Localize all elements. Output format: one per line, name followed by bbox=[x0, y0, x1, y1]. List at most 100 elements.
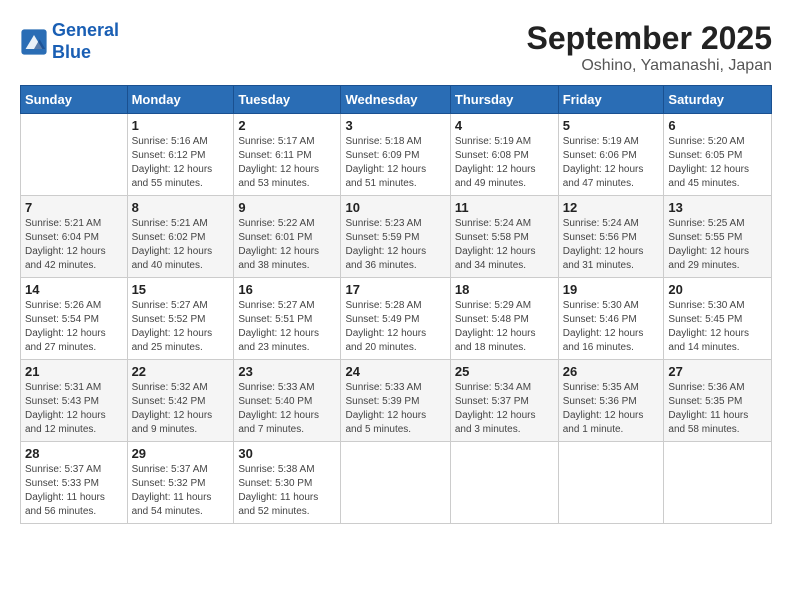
day-info: Sunrise: 5:28 AM Sunset: 5:49 PM Dayligh… bbox=[345, 299, 445, 355]
day-number: 17 bbox=[345, 282, 445, 297]
day-info: Sunrise: 5:33 AM Sunset: 5:39 PM Dayligh… bbox=[345, 381, 445, 437]
day-cell: 2 Sunrise: 5:17 AM Sunset: 6:11 PM Daylig… bbox=[234, 114, 341, 196]
day-number: 13 bbox=[668, 200, 767, 215]
header-row: SundayMondayTuesdayWednesdayThursdayFrid… bbox=[21, 86, 772, 114]
header-day-tuesday: Tuesday bbox=[234, 86, 341, 114]
day-number: 9 bbox=[238, 200, 336, 215]
day-info: Sunrise: 5:34 AM Sunset: 5:37 PM Dayligh… bbox=[455, 381, 554, 437]
day-cell: 4 Sunrise: 5:19 AM Sunset: 6:08 PM Daylig… bbox=[450, 114, 558, 196]
day-cell: 6 Sunrise: 5:20 AM Sunset: 6:05 PM Daylig… bbox=[664, 114, 772, 196]
day-info: Sunrise: 5:23 AM Sunset: 5:59 PM Dayligh… bbox=[345, 217, 445, 273]
day-number: 1 bbox=[132, 118, 230, 133]
day-number: 7 bbox=[25, 200, 123, 215]
day-cell: 3Sunrise: 5:18 AM Sunset: 6:09 PM Daylig… bbox=[341, 114, 450, 196]
day-info: Sunrise: 5:22 AM Sunset: 6:01 PM Dayligh… bbox=[238, 217, 336, 273]
week-row-1: 1 Sunrise: 5:16 AM Sunset: 6:12 PM Daylig… bbox=[21, 114, 772, 196]
header-day-monday: Monday bbox=[127, 86, 234, 114]
day-cell: 22 Sunrise: 5:32 AM Sunset: 5:42 PM Dayli… bbox=[127, 360, 234, 442]
day-cell: 11 Sunrise: 5:24 AM Sunset: 5:58 PM Dayli… bbox=[450, 196, 558, 278]
day-info: Sunrise: 5:21 AM Sunset: 6:02 PM Dayligh… bbox=[132, 217, 230, 273]
day-info: Sunrise: 5:16 AM Sunset: 6:12 PM Dayligh… bbox=[132, 135, 230, 191]
week-row-5: 28Sunrise: 5:37 AM Sunset: 5:33 PM Dayli… bbox=[21, 442, 772, 524]
day-cell: 17 Sunrise: 5:28 AM Sunset: 5:49 PM Dayli… bbox=[341, 278, 450, 360]
day-number: 15 bbox=[132, 282, 230, 297]
day-number: 2 bbox=[238, 118, 336, 133]
day-info: Sunrise: 5:18 AM Sunset: 6:09 PM Dayligh… bbox=[345, 135, 445, 191]
day-number: 16 bbox=[238, 282, 336, 297]
header-day-wednesday: Wednesday bbox=[341, 86, 450, 114]
day-cell: 21 Sunrise: 5:31 AM Sunset: 5:43 PM Dayli… bbox=[21, 360, 128, 442]
day-number: 22 bbox=[132, 364, 230, 379]
day-cell: 24 Sunrise: 5:33 AM Sunset: 5:39 PM Dayli… bbox=[341, 360, 450, 442]
day-info: Sunrise: 5:17 AM Sunset: 6:11 PM Dayligh… bbox=[238, 135, 336, 191]
day-info: Sunrise: 5:24 AM Sunset: 5:56 PM Dayligh… bbox=[563, 217, 660, 273]
day-info: Sunrise: 5:30 AM Sunset: 5:46 PM Dayligh… bbox=[563, 299, 660, 355]
day-cell: 1 Sunrise: 5:16 AM Sunset: 6:12 PM Daylig… bbox=[127, 114, 234, 196]
day-number: 21 bbox=[25, 364, 123, 379]
day-cell bbox=[450, 442, 558, 524]
day-cell: 27 Sunrise: 5:36 AM Sunset: 5:35 PM Dayli… bbox=[664, 360, 772, 442]
day-number: 19 bbox=[563, 282, 660, 297]
day-number: 6 bbox=[668, 118, 767, 133]
day-number: 18 bbox=[455, 282, 554, 297]
day-cell: 16 Sunrise: 5:27 AM Sunset: 5:51 PM Dayli… bbox=[234, 278, 341, 360]
day-cell: 9 Sunrise: 5:22 AM Sunset: 6:01 PM Daylig… bbox=[234, 196, 341, 278]
day-info: Sunrise: 5:37 AM Sunset: 5:32 PM Dayligh… bbox=[132, 463, 230, 519]
header: General Blue September 2025 Oshino, Yama… bbox=[20, 20, 772, 75]
day-cell bbox=[341, 442, 450, 524]
day-info: Sunrise: 5:27 AM Sunset: 5:52 PM Dayligh… bbox=[132, 299, 230, 355]
day-number: 25 bbox=[455, 364, 554, 379]
day-info: Sunrise: 5:36 AM Sunset: 5:35 PM Dayligh… bbox=[668, 381, 767, 437]
day-info: Sunrise: 5:26 AM Sunset: 5:54 PM Dayligh… bbox=[25, 299, 123, 355]
logo-text: General Blue bbox=[52, 20, 119, 63]
day-cell: 26Sunrise: 5:35 AM Sunset: 5:36 PM Dayli… bbox=[558, 360, 664, 442]
day-info: Sunrise: 5:32 AM Sunset: 5:42 PM Dayligh… bbox=[132, 381, 230, 437]
day-number: 4 bbox=[455, 118, 554, 133]
day-info: Sunrise: 5:21 AM Sunset: 6:04 PM Dayligh… bbox=[25, 217, 123, 273]
day-info: Sunrise: 5:29 AM Sunset: 5:48 PM Dayligh… bbox=[455, 299, 554, 355]
day-info: Sunrise: 5:31 AM Sunset: 5:43 PM Dayligh… bbox=[25, 381, 123, 437]
header-day-sunday: Sunday bbox=[21, 86, 128, 114]
logo: General Blue bbox=[20, 20, 119, 63]
day-cell: 8Sunrise: 5:21 AM Sunset: 6:02 PM Daylig… bbox=[127, 196, 234, 278]
day-info: Sunrise: 5:38 AM Sunset: 5:30 PM Dayligh… bbox=[238, 463, 336, 519]
logo-icon bbox=[20, 28, 48, 56]
day-info: Sunrise: 5:35 AM Sunset: 5:36 PM Dayligh… bbox=[563, 381, 660, 437]
header-day-saturday: Saturday bbox=[664, 86, 772, 114]
day-number: 11 bbox=[455, 200, 554, 215]
day-cell: 5 Sunrise: 5:19 AM Sunset: 6:06 PM Daylig… bbox=[558, 114, 664, 196]
day-number: 24 bbox=[345, 364, 445, 379]
day-cell: 19 Sunrise: 5:30 AM Sunset: 5:46 PM Dayli… bbox=[558, 278, 664, 360]
week-row-3: 14 Sunrise: 5:26 AM Sunset: 5:54 PM Dayli… bbox=[21, 278, 772, 360]
day-info: Sunrise: 5:24 AM Sunset: 5:58 PM Dayligh… bbox=[455, 217, 554, 273]
day-number: 28 bbox=[25, 446, 123, 461]
day-cell: 29Sunrise: 5:37 AM Sunset: 5:32 PM Dayli… bbox=[127, 442, 234, 524]
day-cell: 10 Sunrise: 5:23 AM Sunset: 5:59 PM Dayli… bbox=[341, 196, 450, 278]
day-info: Sunrise: 5:19 AM Sunset: 6:08 PM Dayligh… bbox=[455, 135, 554, 191]
day-cell: 20Sunrise: 5:30 AM Sunset: 5:45 PM Dayli… bbox=[664, 278, 772, 360]
day-info: Sunrise: 5:25 AM Sunset: 5:55 PM Dayligh… bbox=[668, 217, 767, 273]
day-number: 12 bbox=[563, 200, 660, 215]
logo-line2: Blue bbox=[52, 42, 119, 64]
day-number: 27 bbox=[668, 364, 767, 379]
day-info: Sunrise: 5:20 AM Sunset: 6:05 PM Dayligh… bbox=[668, 135, 767, 191]
day-number: 10 bbox=[345, 200, 445, 215]
day-cell: 28Sunrise: 5:37 AM Sunset: 5:33 PM Dayli… bbox=[21, 442, 128, 524]
day-info: Sunrise: 5:27 AM Sunset: 5:51 PM Dayligh… bbox=[238, 299, 336, 355]
week-row-2: 7 Sunrise: 5:21 AM Sunset: 6:04 PM Daylig… bbox=[21, 196, 772, 278]
day-info: Sunrise: 5:30 AM Sunset: 5:45 PM Dayligh… bbox=[668, 299, 767, 355]
day-cell: 15 Sunrise: 5:27 AM Sunset: 5:52 PM Dayli… bbox=[127, 278, 234, 360]
day-cell: 25 Sunrise: 5:34 AM Sunset: 5:37 PM Dayli… bbox=[450, 360, 558, 442]
day-cell: 14 Sunrise: 5:26 AM Sunset: 5:54 PM Dayli… bbox=[21, 278, 128, 360]
location-title: Oshino, Yamanashi, Japan bbox=[527, 57, 772, 75]
day-info: Sunrise: 5:19 AM Sunset: 6:06 PM Dayligh… bbox=[563, 135, 660, 191]
logo-line1: General bbox=[52, 20, 119, 40]
day-cell: 12 Sunrise: 5:24 AM Sunset: 5:56 PM Dayli… bbox=[558, 196, 664, 278]
day-cell: 7 Sunrise: 5:21 AM Sunset: 6:04 PM Daylig… bbox=[21, 196, 128, 278]
day-number: 5 bbox=[563, 118, 660, 133]
day-number: 30 bbox=[238, 446, 336, 461]
day-number: 14 bbox=[25, 282, 123, 297]
header-day-friday: Friday bbox=[558, 86, 664, 114]
day-cell bbox=[21, 114, 128, 196]
calendar-table: SundayMondayTuesdayWednesdayThursdayFrid… bbox=[20, 85, 772, 524]
